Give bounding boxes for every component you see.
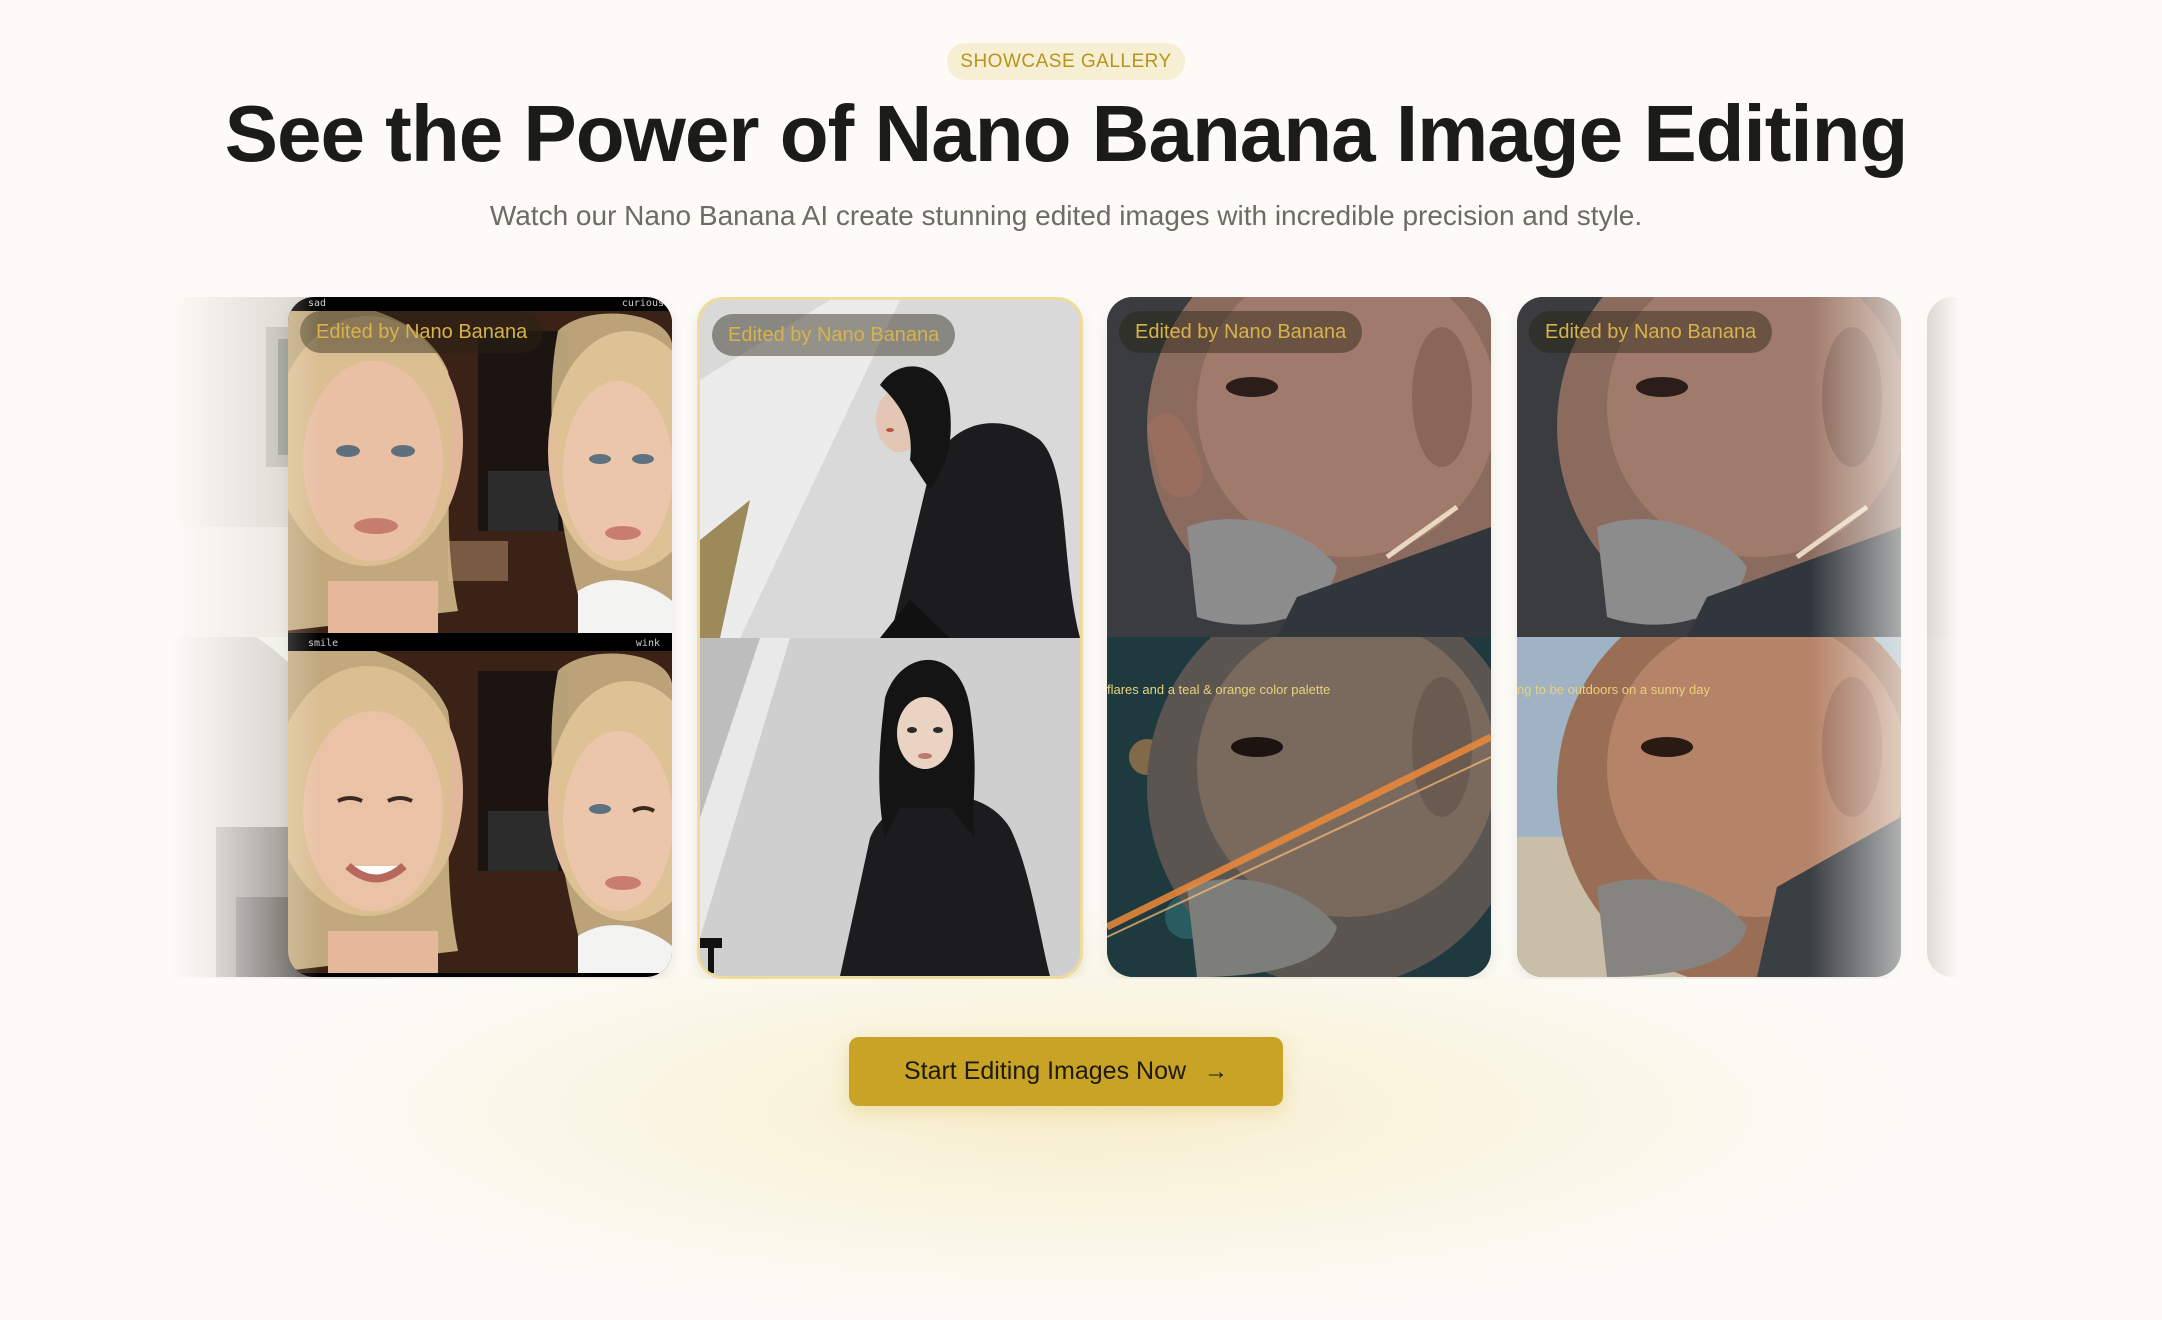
start-editing-label: Start Editing Images Now	[903, 1057, 1187, 1085]
edited-badge: Edited by Nano Banana	[712, 314, 956, 356]
edited-badge: Edited by Nano Banana	[300, 311, 544, 353]
gallery-card-portrait-expressions[interactable]: Edited by Nano Banana sad curious smile …	[288, 297, 672, 977]
edited-badge: Edited by Nano Banana	[1119, 311, 1363, 353]
arrow-right-icon: →	[1204, 1057, 1229, 1085]
edited-badge: Edited by Nano Banana	[1529, 311, 1773, 353]
card-image-bottom	[288, 651, 672, 973]
card-image-bottom	[700, 638, 1080, 976]
start-editing-button[interactable]: Start Editing Images Now →	[849, 1037, 1283, 1106]
expression-label-wink: wink	[635, 638, 660, 649]
gallery-card-man-teal-orange[interactable]: Edited by Nano Banana flares and a teal …	[1107, 297, 1491, 977]
expression-label-curious: curious	[621, 298, 664, 309]
page-subtitle: Watch our Nano Banana AI create stunning…	[489, 200, 1643, 231]
gallery-card-woman-black-suit[interactable]: Edited by Nano Banana	[697, 297, 1083, 979]
showcase-carousel[interactable]: Edited by Nano Banana sad curious smile …	[170, 297, 1960, 979]
edit-prompt-caption: ng to be outdoors on a sunny day	[1517, 682, 1710, 697]
card-image-bottom	[1927, 637, 1960, 977]
expression-label-smile: smile	[308, 638, 339, 649]
card-image-top	[288, 311, 672, 633]
gallery-card-man-daylight[interactable]: Edited by Nano Banana ng to be outdoors …	[1517, 297, 1901, 977]
page-title: See the Power of Nano Banana Image Editi…	[224, 89, 1909, 178]
card-image-top	[1927, 297, 1960, 637]
gallery-card-partial-right[interactable]	[1927, 297, 1960, 977]
edit-prompt-caption: flares and a teal & orange color palette	[1107, 682, 1331, 697]
showcase-badge: SHOWCASE GALLERY	[947, 43, 1185, 80]
expression-label-sad: sad	[308, 298, 327, 309]
